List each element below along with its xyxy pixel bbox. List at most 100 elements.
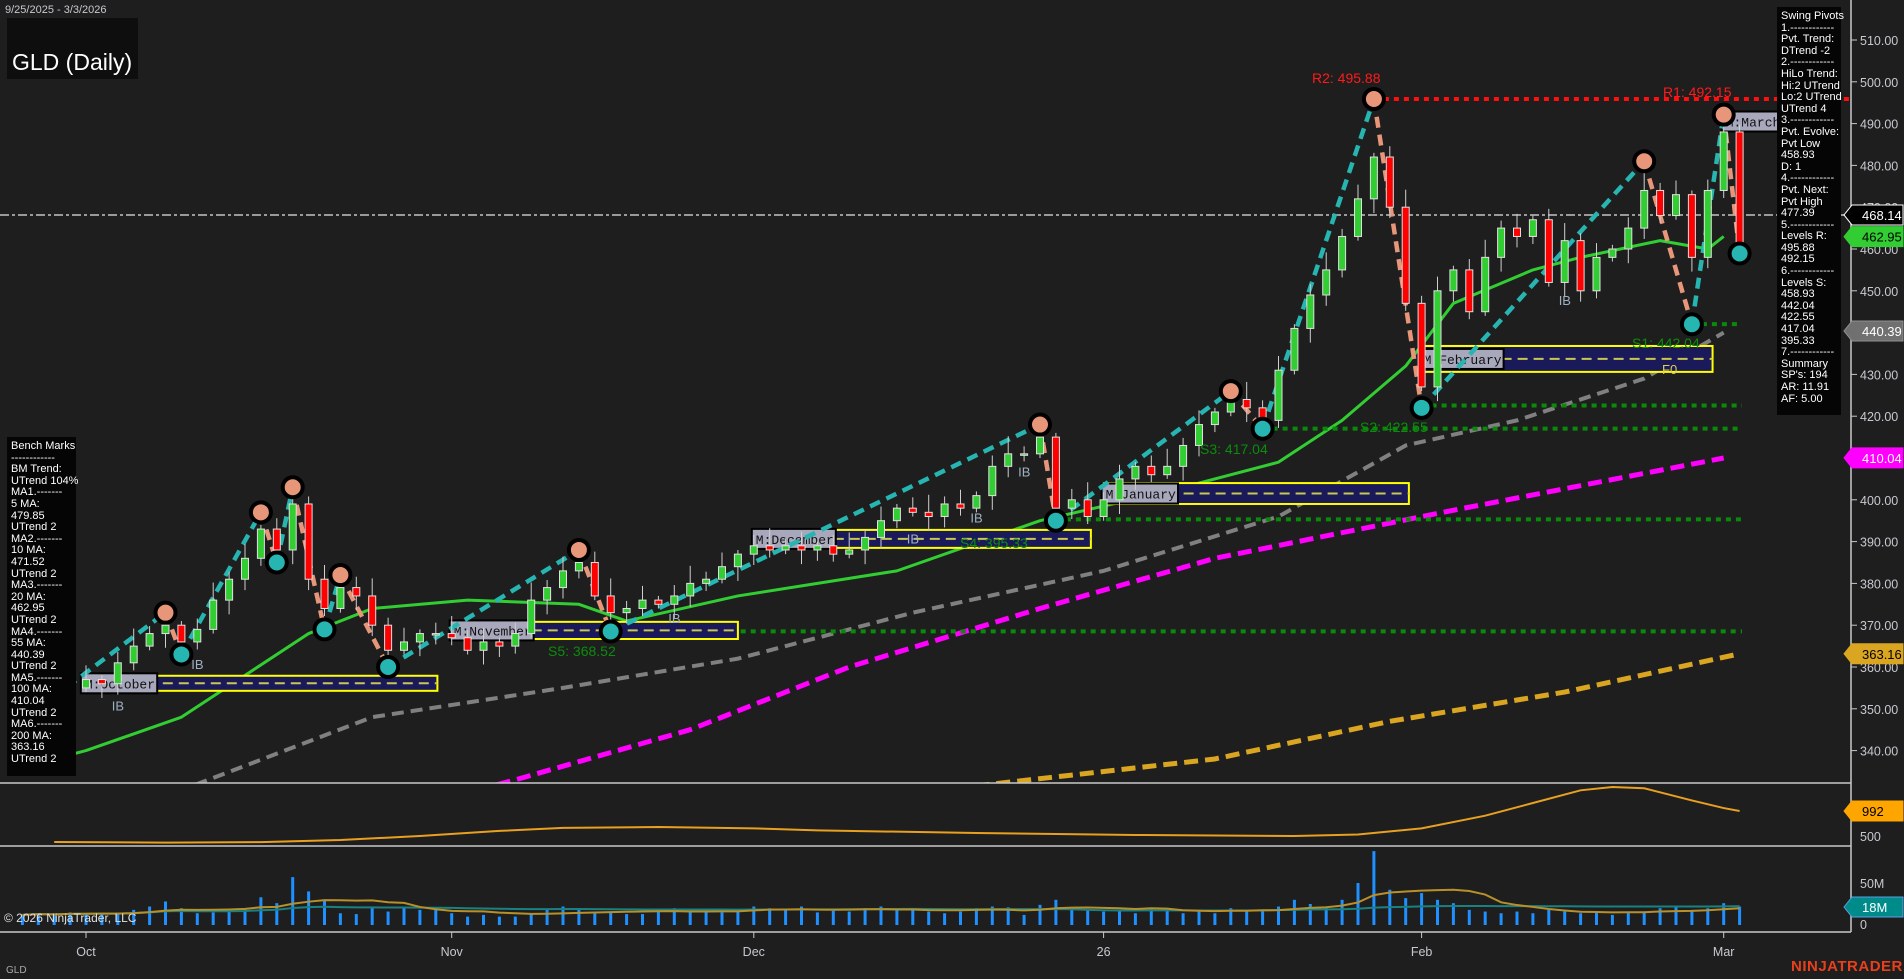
volume-tick-label: 0 bbox=[1860, 918, 1867, 932]
copyright: © 2026 NinjaTrader, LLC bbox=[4, 911, 137, 925]
level-label: S4: 395.33 bbox=[960, 535, 1028, 551]
candle-up bbox=[718, 566, 726, 580]
x-tick-label: Oct bbox=[76, 945, 96, 959]
volume-tick-label: 50M bbox=[1860, 877, 1884, 891]
annotation-f0: F0 bbox=[1662, 362, 1677, 377]
price-tag: 363.16 bbox=[1862, 647, 1902, 662]
swing-down-leg bbox=[1371, 98, 1424, 409]
candle-up bbox=[845, 549, 854, 555]
candle-up bbox=[1608, 248, 1617, 258]
candle-up bbox=[431, 633, 440, 636]
bench-marks-panel: Bench Marks ------------ BM Trend: UTrend 1… bbox=[7, 437, 78, 776]
candle-down bbox=[1417, 302, 1426, 388]
x-tick-label: Feb bbox=[1411, 945, 1433, 959]
pivot-high-marker bbox=[1218, 379, 1243, 404]
swing-pivots-line: 417.04 bbox=[1781, 323, 1815, 336]
indicator-tick-label: 500 bbox=[1860, 830, 1881, 844]
candle-up bbox=[1020, 453, 1029, 456]
level-label: R2: 495.88 bbox=[1312, 70, 1381, 86]
candle-up bbox=[1449, 269, 1458, 292]
y-tick-label: 500.00 bbox=[1860, 76, 1898, 90]
chart-title: GLD (Daily) bbox=[12, 49, 133, 75]
candle-down bbox=[177, 624, 186, 643]
pivot-high-marker bbox=[566, 537, 591, 562]
candle-up bbox=[161, 624, 170, 635]
candle-up bbox=[670, 595, 679, 605]
swing-pivots-line: AF: 5.00 bbox=[1781, 392, 1823, 405]
candle-up bbox=[225, 578, 234, 601]
candle-up bbox=[1354, 198, 1362, 237]
candle-down bbox=[1544, 219, 1553, 283]
candle-up bbox=[1036, 436, 1044, 455]
candle-up bbox=[82, 679, 90, 689]
indicator-panel bbox=[54, 786, 1740, 844]
candle-up bbox=[1719, 131, 1728, 191]
candle-up bbox=[1067, 499, 1076, 509]
y-tick-label: 480.00 bbox=[1860, 159, 1898, 173]
candle-down bbox=[1051, 436, 1060, 509]
candle-up bbox=[1560, 240, 1569, 283]
pivot-high-marker bbox=[153, 600, 178, 625]
annotation-ib: IB bbox=[112, 699, 124, 714]
candle-up bbox=[861, 536, 870, 551]
bench-marks-line: 410.04 bbox=[11, 695, 45, 708]
candle-up bbox=[288, 503, 297, 551]
indicator-value-tag: 992 bbox=[1862, 804, 1884, 819]
candle-up bbox=[1179, 444, 1188, 467]
candle-down bbox=[1242, 398, 1251, 409]
pivot-low-marker bbox=[598, 619, 623, 644]
swing-down-leg bbox=[338, 574, 391, 669]
price-tag: 468.14 bbox=[1862, 208, 1902, 223]
candle-up bbox=[256, 528, 265, 559]
candle-down bbox=[1656, 189, 1665, 217]
candle-down bbox=[320, 578, 329, 609]
candle-up bbox=[209, 599, 218, 630]
candle-down bbox=[304, 503, 313, 580]
indicator-line bbox=[54, 786, 1740, 844]
annotation-ib: IB bbox=[970, 511, 982, 526]
chart-title-box: GLD (Daily) bbox=[7, 18, 138, 79]
bench-marks-line: Bench Marks bbox=[11, 440, 76, 452]
price-chart[interactable]: M:OctoberM:NovemberM:DecemberM:JanuaryM:… bbox=[0, 0, 1904, 979]
candle-up bbox=[527, 599, 536, 635]
candle-up bbox=[1099, 499, 1108, 518]
candle-down bbox=[829, 545, 838, 555]
level-label: R1: 492.15 bbox=[1663, 84, 1732, 100]
candle-up bbox=[193, 628, 202, 643]
x-tick-label: 26 bbox=[1097, 945, 1111, 959]
candle-up bbox=[129, 645, 138, 664]
candle-down bbox=[654, 599, 663, 605]
candle-down bbox=[924, 511, 933, 518]
swing-pivots-line: AR: 11.91 bbox=[1781, 381, 1830, 393]
candle-down bbox=[1385, 156, 1394, 208]
candle-up bbox=[113, 662, 122, 685]
price-tag: 410.04 bbox=[1862, 451, 1902, 466]
y-tick-label: 350.00 bbox=[1860, 703, 1898, 717]
pivot-low-marker bbox=[1250, 416, 1275, 441]
bench-marks-line: 5 MA: bbox=[11, 497, 40, 510]
swing-pivots-panel: Swing Pivots 1.------------ Pvt. Trend: DTr… bbox=[1777, 7, 1844, 415]
candle-up bbox=[1274, 369, 1283, 421]
candle-up bbox=[622, 607, 631, 614]
candle-up bbox=[940, 503, 949, 518]
candle-down bbox=[1401, 206, 1410, 304]
candle-down bbox=[908, 507, 917, 513]
candle-up bbox=[1004, 453, 1013, 467]
candle-down bbox=[1465, 269, 1474, 313]
candle-up bbox=[559, 570, 567, 589]
candle-up bbox=[1322, 269, 1331, 296]
pivot-high-marker bbox=[280, 475, 305, 500]
candle-up bbox=[479, 641, 488, 651]
candle-down bbox=[368, 595, 377, 626]
candle-down bbox=[384, 624, 393, 651]
candle-up bbox=[1163, 465, 1172, 476]
symbol-label: GLD bbox=[6, 965, 27, 976]
candle-up bbox=[877, 520, 885, 538]
candle-down bbox=[272, 528, 281, 551]
pivot-low-marker bbox=[1409, 395, 1434, 420]
candle-up bbox=[892, 507, 901, 522]
swing-pivots-line: Pvt. Next: bbox=[1781, 183, 1829, 196]
candle-up bbox=[415, 633, 424, 643]
candle-down bbox=[606, 595, 615, 614]
candle-up bbox=[145, 633, 154, 647]
